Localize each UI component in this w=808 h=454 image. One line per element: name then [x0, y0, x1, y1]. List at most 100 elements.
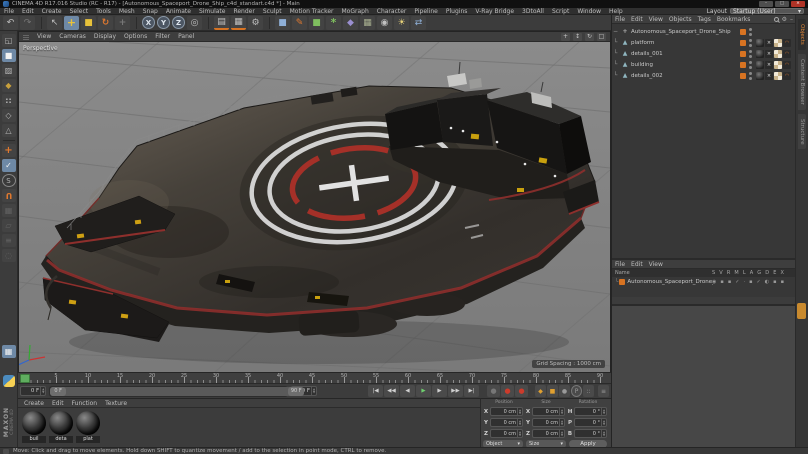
planar-workplane-icon[interactable]: ≡ [2, 234, 16, 247]
material-tag-icon[interactable] [756, 50, 764, 58]
object-manager-menu-item[interactable]: View [649, 16, 663, 23]
menu-item[interactable]: Motion Tracker [290, 8, 334, 15]
add-environment-button[interactable]: ▦ [360, 16, 375, 30]
material-tag-icon[interactable] [756, 39, 764, 47]
object-name[interactable]: details_001 [631, 51, 663, 57]
lock-x-axis-button[interactable]: X [142, 16, 155, 29]
rotate-view-icon[interactable]: ↻ [585, 33, 594, 41]
layer-name[interactable]: Autonomous_Spaceport_Drone_Ship [627, 279, 713, 285]
spinner-icon[interactable]: ▲▼ [517, 408, 522, 415]
uvw-tag-icon[interactable] [774, 72, 782, 80]
undo-button[interactable]: ↶ [3, 16, 18, 30]
key-parameter-toggle[interactable]: P [571, 385, 582, 397]
enable-axis-icon[interactable]: + [2, 144, 16, 157]
lock-y-axis-button[interactable]: Y [157, 16, 170, 29]
compositing-tag-icon[interactable]: × [765, 61, 773, 69]
tree-row-root[interactable]: − + Autonomous_Spaceport_Drone_Ship [612, 26, 796, 37]
viewport-canvas[interactable]: Perspective Grid Spacing : 1000 cm [19, 42, 610, 372]
coordinate-system-button[interactable]: ◎ [187, 16, 202, 30]
keyframe-selection-button[interactable]: ● [487, 385, 500, 397]
menu-item[interactable]: 3DtoAll [522, 8, 544, 15]
drone-ship-3d-view[interactable] [19, 42, 610, 372]
material-tag-icon[interactable] [756, 72, 764, 80]
visibility-dots[interactable] [749, 39, 752, 47]
tree-row[interactable]: └ ▲ details_002 × ◠ [612, 70, 796, 81]
object-manager-menu-item[interactable]: Edit [631, 16, 643, 23]
material-item[interactable]: plat [76, 411, 100, 443]
layer-manager-menu-item[interactable]: Edit [631, 261, 643, 268]
workplane-grid-icon[interactable]: ▦ [2, 345, 16, 358]
close-button[interactable]: × [791, 1, 805, 7]
material-menu-item[interactable]: Texture [105, 400, 127, 407]
add-deformer-button[interactable]: ◆ [343, 16, 358, 30]
magnet-snap-icon[interactable]: U [2, 189, 16, 202]
spinner-icon[interactable]: ▲▼ [559, 419, 564, 426]
object-name[interactable]: details_002 [631, 73, 663, 79]
key-pla-toggle[interactable]: :: [583, 385, 594, 397]
range-start-handle[interactable]: 0 F [50, 387, 66, 396]
search-icon[interactable] [774, 17, 779, 22]
position-x-field[interactable]: 0 cm▲▼ [490, 407, 523, 416]
add-light-button[interactable]: ☀ [394, 16, 409, 30]
compositing-tag-icon[interactable]: × [765, 72, 773, 80]
python-icon[interactable] [3, 375, 15, 387]
layer-color-chip[interactable] [740, 62, 746, 68]
menu-item[interactable]: V-Ray Bridge [475, 8, 514, 15]
object-manager-menu-item[interactable]: Objects [669, 16, 692, 23]
uvw-tag-icon[interactable] [774, 61, 782, 69]
menu-item[interactable]: Plugins [446, 8, 468, 15]
size-z-field[interactable]: 0 cm▲▼ [532, 429, 565, 438]
points-mode-icon[interactable]: :: [2, 94, 16, 107]
spinner-icon[interactable]: ▲▼ [311, 387, 316, 395]
menu-item[interactable]: Help [609, 8, 623, 15]
object-manager-menu-item[interactable]: Tags [698, 16, 711, 23]
layout-select[interactable]: Startup (User) ▾ [730, 8, 804, 14]
menu-item[interactable]: Mesh [119, 8, 135, 15]
size-x-field[interactable]: 0 cm▲▼ [532, 407, 565, 416]
object-name[interactable]: building [631, 62, 653, 68]
compositing-tag-icon[interactable]: × [765, 50, 773, 58]
next-key-button[interactable]: ▶▶ [448, 385, 463, 397]
viewport-menu-item[interactable]: Display [94, 33, 116, 40]
preview-range-bar[interactable]: 0 F 90 F [50, 387, 304, 396]
exchange-plugin-button[interactable]: ⇄ [411, 16, 426, 30]
material-preview-sphere[interactable] [76, 411, 100, 435]
menu-item[interactable]: Select [70, 8, 89, 15]
viewport-menu-item[interactable]: Cameras [59, 33, 86, 40]
spinner-icon[interactable]: ▲▼ [517, 419, 522, 426]
texture-mode-icon[interactable]: ▨ [2, 64, 16, 77]
workplane-mode-icon[interactable]: ◆ [2, 79, 16, 92]
menu-item[interactable]: Tools [96, 8, 111, 15]
object-name[interactable]: platform [631, 40, 654, 46]
goto-end-button[interactable]: ▶| [464, 385, 479, 397]
playhead[interactable] [20, 374, 30, 383]
render-view-button[interactable]: ▤ [214, 16, 229, 30]
spinner-icon[interactable]: ▲▼ [601, 430, 606, 437]
position-y-field[interactable]: 0 cm▲▼ [490, 418, 523, 427]
material-menu-item[interactable]: Edit [52, 400, 64, 407]
tree-row[interactable]: └ ▲ platform × ◠ [612, 37, 796, 48]
menu-item[interactable]: Simulate [199, 8, 226, 15]
material-preview-sphere[interactable] [49, 411, 73, 435]
snap-toggle-icon[interactable]: S [2, 174, 16, 187]
key-position-toggle[interactable]: ◆ [535, 385, 546, 397]
viewport-menu-item[interactable]: Panel [178, 33, 194, 40]
maximize-button[interactable]: □ [775, 1, 789, 7]
previous-frame-button[interactable]: ◀ [400, 385, 415, 397]
menu-item[interactable]: Snap [143, 8, 158, 15]
next-frame-button[interactable]: ▶ [432, 385, 447, 397]
live-selection-tool-icon[interactable]: ↖ [47, 16, 62, 30]
spinner-icon[interactable]: ▲▼ [601, 419, 606, 426]
layer-color-chip[interactable] [619, 279, 625, 285]
spinner-icon[interactable]: ▲▼ [40, 387, 45, 395]
viewport-solo-icon[interactable]: ✓ [2, 159, 16, 172]
autokey-button[interactable]: ● [515, 385, 528, 397]
model-mode-icon[interactable]: ■ [2, 49, 16, 62]
tree-row[interactable]: └ ▲ building × ◠ [612, 59, 796, 70]
tab-objects[interactable]: Objects [798, 19, 806, 50]
key-rotation-toggle[interactable]: ● [559, 385, 570, 397]
rotation-p-field[interactable]: 0 °▲▼ [574, 418, 607, 427]
visibility-dots[interactable] [749, 61, 752, 69]
tab-content-browser[interactable]: Content Browser [798, 54, 806, 110]
spinner-icon[interactable]: ▲▼ [601, 408, 606, 415]
